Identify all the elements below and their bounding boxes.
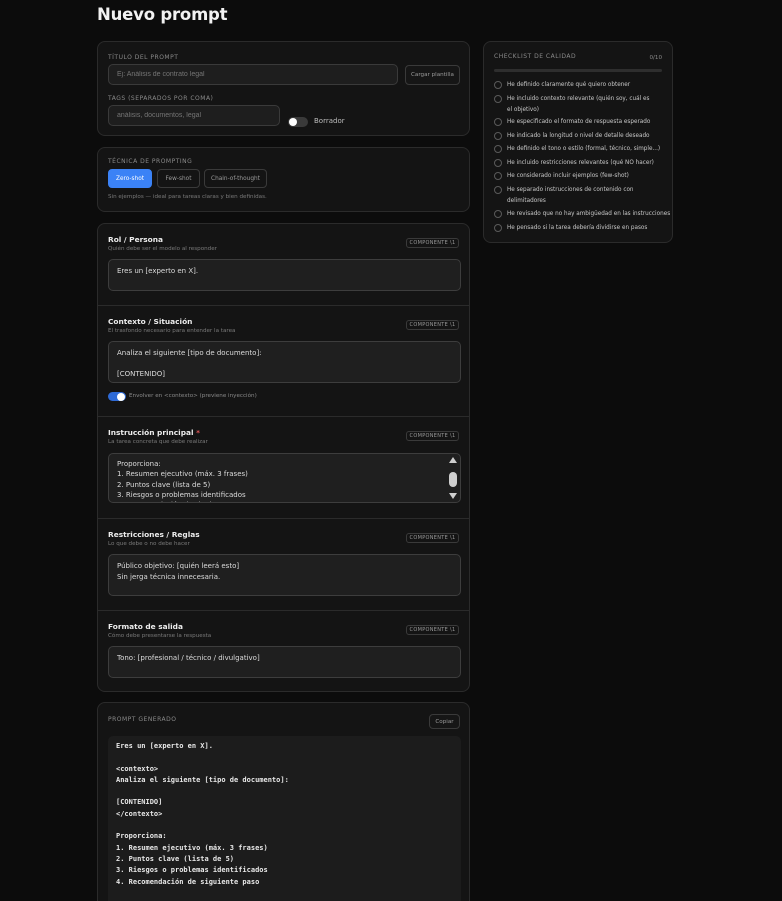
- restrictions-subtitle: Lo que debe o no debe hacer: [108, 541, 190, 547]
- checkbox-icon[interactable]: [494, 81, 502, 89]
- divider: [98, 416, 469, 417]
- context-title: Contexto / Situación: [108, 317, 193, 326]
- output-textarea[interactable]: Tono: [profesional / técnico / divulgati…: [108, 646, 461, 678]
- checklist-item[interactable]: He incluido restricciones relevantes (qu…: [494, 158, 654, 169]
- scroll-down-icon[interactable]: [449, 493, 457, 499]
- draft-toggle[interactable]: [288, 117, 308, 127]
- components-card: Rol / Persona Quién debe ser el modelo a…: [97, 223, 470, 692]
- output-component-badge: COMPONENTE \1: [406, 625, 459, 635]
- checklist-card: CHECKLIST DE CALIDAD 0/10 He definido cl…: [483, 41, 673, 243]
- generated-prompt-text: Eres un [experto en X]. <contexto> Anali…: [108, 736, 461, 901]
- instruction-title: Instrucción principal *: [108, 428, 200, 437]
- checkbox-icon[interactable]: [494, 159, 502, 167]
- checkbox-icon[interactable]: [494, 224, 502, 232]
- wrap-context-toggle[interactable]: [108, 392, 126, 401]
- checklist-item[interactable]: He especificado el formato de respuesta …: [494, 117, 650, 128]
- context-textarea[interactable]: Analiza el siguiente [tipo de documento]…: [108, 341, 461, 383]
- checklist-item[interactable]: He definido el tono o estilo (formal, té…: [494, 144, 660, 155]
- restrictions-textarea[interactable]: Público objetivo: [quién leerá esto] Sin…: [108, 554, 461, 596]
- checklist-label: CHECKLIST DE CALIDAD: [494, 53, 577, 60]
- output-title: Formato de salida: [108, 622, 183, 631]
- checkbox-icon[interactable]: [494, 145, 502, 153]
- divider: [98, 305, 469, 306]
- checkbox-icon[interactable]: [494, 210, 502, 218]
- tags-label: TAGS (SEPARADOS POR COMA): [108, 95, 214, 102]
- output-subtitle: Cómo debe presentarse la respuesta: [108, 633, 212, 639]
- technique-label: TÉCNICA DE PROMPTING: [108, 158, 193, 165]
- checkbox-icon[interactable]: [494, 95, 502, 103]
- technique-card: TÉCNICA DE PROMPTING Zero-shot Few-shot …: [97, 147, 470, 212]
- instruction-textarea[interactable]: Proporciona: 1. Resumen ejecutivo (máx. …: [108, 453, 461, 503]
- technique-option-zero-shot[interactable]: Zero-shot: [108, 169, 152, 188]
- checkbox-icon[interactable]: [494, 186, 502, 194]
- wrap-context-label: Envolver en <contexto> (previene inyecci…: [129, 393, 257, 399]
- role-component-badge: COMPONENTE \1: [406, 238, 459, 248]
- checklist-item[interactable]: He incluido contexto relevante (quién so…: [494, 94, 654, 115]
- draft-label: Borrador: [314, 117, 345, 125]
- instruction-title-text: Instrucción principal: [108, 428, 194, 437]
- context-component-badge: COMPONENTE \1: [406, 320, 459, 330]
- generated-label: PROMPT GENERADO: [108, 716, 177, 723]
- title-input[interactable]: [108, 64, 398, 85]
- instruction-subtitle: La tarea concreta que debe realizar: [108, 439, 208, 445]
- instruction-component-badge: COMPONENTE \1: [406, 431, 459, 441]
- role-subtitle: Quién debe ser el modelo al responder: [108, 246, 217, 252]
- instruction-text: Proporciona: 1. Resumen ejecutivo (máx. …: [117, 460, 248, 502]
- load-template-button[interactable]: Cargar plantilla: [405, 65, 460, 85]
- checkbox-icon[interactable]: [494, 172, 502, 180]
- page-title: Nuevo prompt: [97, 5, 228, 24]
- restrictions-title: Restricciones / Reglas: [108, 530, 200, 539]
- checklist-item[interactable]: He definido claramente qué quiero obtene…: [494, 80, 630, 91]
- copy-button[interactable]: Copiar: [429, 714, 460, 729]
- instruction-scrollbar[interactable]: [448, 457, 458, 499]
- restrictions-component-badge: COMPONENTE \1: [406, 533, 459, 543]
- checklist-progress-bar: [494, 69, 662, 72]
- role-title: Rol / Persona: [108, 235, 163, 244]
- checklist-progress-text: 0/10: [649, 55, 662, 61]
- technique-option-chain-of-thought[interactable]: Chain-of-thought: [204, 169, 267, 188]
- role-textarea[interactable]: Eres un [experto en X].: [108, 259, 461, 291]
- checklist-item[interactable]: He considerado incluir ejemplos (few-sho…: [494, 171, 629, 182]
- technique-option-few-shot[interactable]: Few-shot: [157, 169, 200, 188]
- title-label: TÍTULO DEL PROMPT: [108, 54, 179, 61]
- tags-input[interactable]: [108, 105, 280, 126]
- checklist-item[interactable]: He pensado si la tarea debería dividirse…: [494, 223, 647, 234]
- divider: [98, 518, 469, 519]
- checklist-item[interactable]: He indicado la longitud o nivel de detal…: [494, 131, 650, 142]
- divider: [98, 610, 469, 611]
- checkbox-icon[interactable]: [494, 118, 502, 126]
- context-subtitle: El trasfondo necesario para entender la …: [108, 328, 236, 334]
- checkbox-icon[interactable]: [494, 132, 502, 140]
- required-mark: *: [196, 428, 200, 437]
- technique-hint: Sin ejemplos — ideal para tareas claras …: [108, 194, 267, 200]
- checklist-item[interactable]: He revisado que no hay ambigüedad en las…: [494, 209, 670, 220]
- checklist-item[interactable]: He separado instrucciones de contenido c…: [494, 185, 654, 206]
- scroll-thumb[interactable]: [449, 472, 457, 487]
- prompt-meta-card: TÍTULO DEL PROMPT Cargar plantilla TAGS …: [97, 41, 470, 136]
- generated-prompt-card: PROMPT GENERADO Copiar Eres un [experto …: [97, 702, 470, 901]
- scroll-up-icon[interactable]: [449, 457, 457, 463]
